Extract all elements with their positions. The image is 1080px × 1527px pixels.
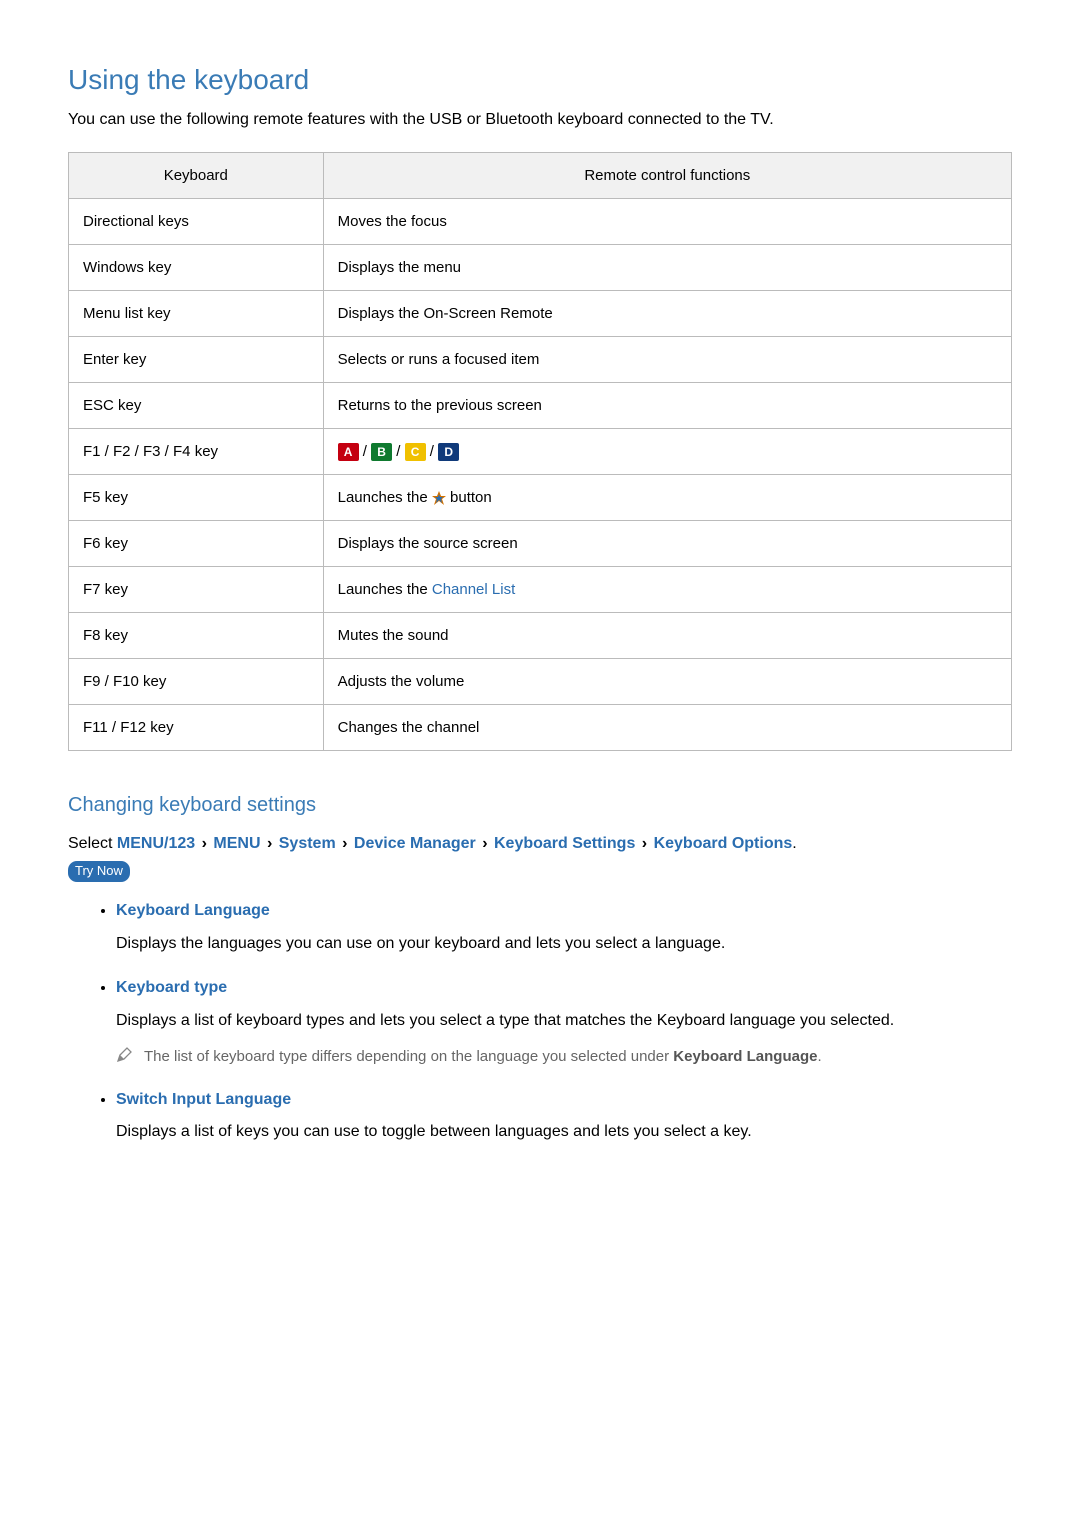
cell-kbd: F6 key <box>69 520 324 566</box>
chevron-right-icon: › <box>340 835 349 852</box>
cell-func-smart: Launches the button <box>323 474 1011 520</box>
option-desc: Displays a list of keys you can use to t… <box>116 1121 1012 1143</box>
option-desc: Displays a list of keyboard types and le… <box>116 1010 1012 1032</box>
cell-func: Changes the channel <box>323 704 1011 750</box>
text: button <box>446 489 492 506</box>
table-row: F6 key Displays the source screen <box>69 520 1012 566</box>
path-seg: Device Manager <box>354 835 476 852</box>
cell-kbd: F8 key <box>69 612 324 658</box>
option-title: Keyboard type <box>116 977 1012 999</box>
path-seg: Keyboard Settings <box>494 835 635 852</box>
color-d-icon: D <box>438 443 459 461</box>
color-a-icon: A <box>338 443 359 461</box>
cell-kbd: F11 / F12 key <box>69 704 324 750</box>
chevron-right-icon: › <box>265 835 274 852</box>
list-item: Keyboard type Displays a list of keyboar… <box>116 977 1012 1067</box>
cell-kbd: F5 key <box>69 474 324 520</box>
table-row: F5 key Launches the button <box>69 474 1012 520</box>
table-row: Windows key Displays the menu <box>69 244 1012 290</box>
th-function: Remote control functions <box>323 152 1011 198</box>
intro-text: You can use the following remote feature… <box>68 109 1012 131</box>
cell-kbd: Menu list key <box>69 290 324 336</box>
cell-func-abcd: A / B / C / D <box>323 428 1011 474</box>
section-changing-settings-title: Changing keyboard settings <box>68 791 1012 819</box>
cell-func: Adjusts the volume <box>323 658 1011 704</box>
path-seg: Keyboard Options <box>654 835 793 852</box>
cell-func: Displays the On-Screen Remote <box>323 290 1011 336</box>
options-list: Keyboard Language Displays the languages… <box>68 900 1012 1143</box>
try-now-button[interactable]: Try Now <box>68 861 130 882</box>
option-title: Keyboard Language <box>116 900 1012 922</box>
note: The list of keyboard type differs depend… <box>116 1046 1012 1067</box>
chevron-right-icon: › <box>640 835 649 852</box>
color-c-icon: C <box>405 443 426 461</box>
channel-list-link[interactable]: Channel List <box>432 581 515 598</box>
text: Launches the <box>338 581 432 598</box>
text: The list of keyboard type differs depend… <box>144 1048 673 1065</box>
table-row: Directional keys Moves the focus <box>69 198 1012 244</box>
path-seg: MENU <box>213 835 260 852</box>
pencil-icon <box>116 1047 132 1063</box>
cell-kbd: F7 key <box>69 566 324 612</box>
note-strong: Keyboard Language <box>673 1048 817 1065</box>
table-row: F7 key Launches the Channel List <box>69 566 1012 612</box>
cell-func: Displays the menu <box>323 244 1011 290</box>
path-seg: MENU/123 <box>117 835 195 852</box>
smart-hub-icon <box>432 491 446 505</box>
table-row: Menu list key Displays the On-Screen Rem… <box>69 290 1012 336</box>
sep: / <box>359 443 372 460</box>
page-title: Using the keyboard <box>68 60 1012 99</box>
cell-kbd: F1 / F2 / F3 / F4 key <box>69 428 324 474</box>
table-row: F1 / F2 / F3 / F4 key A / B / C / D <box>69 428 1012 474</box>
sep: / <box>426 443 439 460</box>
option-desc: Displays the languages you can use on yo… <box>116 933 1012 955</box>
cell-kbd: Windows key <box>69 244 324 290</box>
cell-func: Moves the focus <box>323 198 1011 244</box>
chevron-right-icon: › <box>480 835 489 852</box>
list-item: Keyboard Language Displays the languages… <box>116 900 1012 955</box>
cell-kbd: ESC key <box>69 382 324 428</box>
select-label: Select <box>68 835 117 852</box>
color-b-icon: B <box>371 443 392 461</box>
table-row: F8 key Mutes the sound <box>69 612 1012 658</box>
keyboard-table: Keyboard Remote control functions Direct… <box>68 152 1012 751</box>
cell-func: Selects or runs a focused item <box>323 336 1011 382</box>
th-keyboard: Keyboard <box>69 152 324 198</box>
cell-func: Mutes the sound <box>323 612 1011 658</box>
table-row: Enter key Selects or runs a focused item <box>69 336 1012 382</box>
cell-func: Displays the source screen <box>323 520 1011 566</box>
text: Launches the <box>338 489 432 506</box>
cell-func-link: Launches the Channel List <box>323 566 1011 612</box>
cell-kbd: Directional keys <box>69 198 324 244</box>
option-title: Switch Input Language <box>116 1089 1012 1111</box>
chevron-right-icon: › <box>200 835 209 852</box>
cell-kbd: F9 / F10 key <box>69 658 324 704</box>
menu-path: Select MENU/123 › MENU › System › Device… <box>68 833 1012 855</box>
cell-func: Returns to the previous screen <box>323 382 1011 428</box>
table-row: ESC key Returns to the previous screen <box>69 382 1012 428</box>
table-row: F11 / F12 key Changes the channel <box>69 704 1012 750</box>
path-end: . <box>792 835 796 852</box>
list-item: Switch Input Language Displays a list of… <box>116 1089 1012 1144</box>
note-text: The list of keyboard type differs depend… <box>144 1046 822 1067</box>
table-row: F9 / F10 key Adjusts the volume <box>69 658 1012 704</box>
cell-kbd: Enter key <box>69 336 324 382</box>
text: . <box>817 1048 821 1065</box>
path-seg: System <box>279 835 336 852</box>
sep: / <box>392 443 405 460</box>
